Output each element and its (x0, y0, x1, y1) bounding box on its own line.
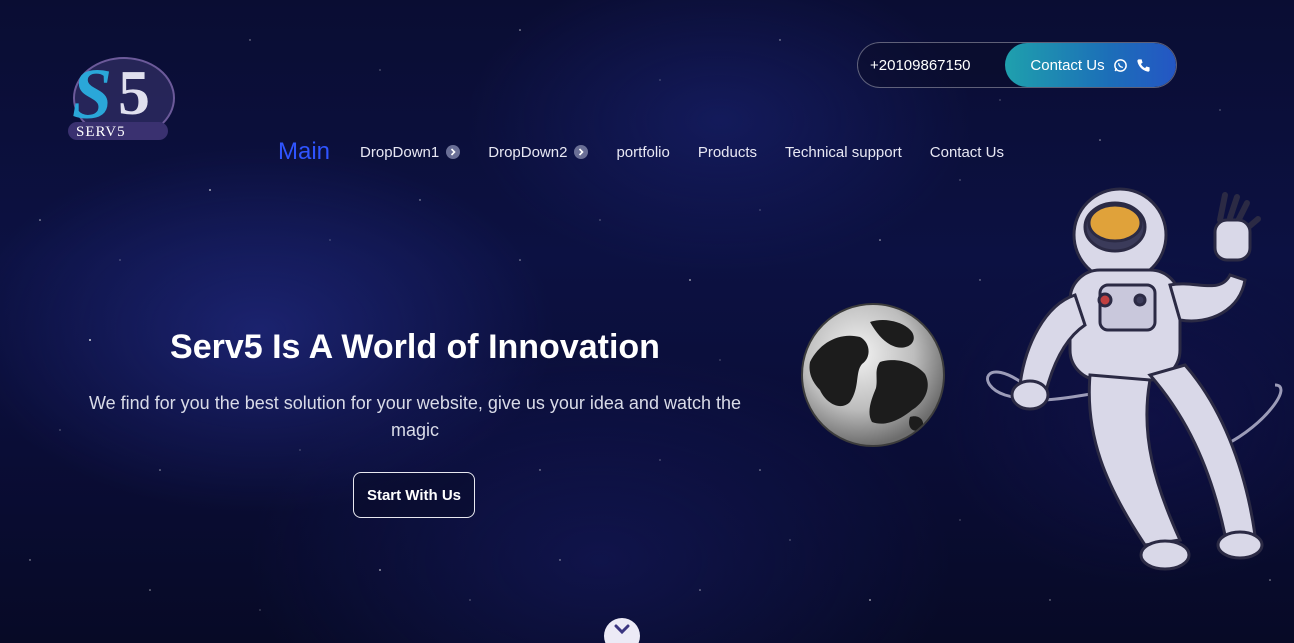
nav-item-contact-us[interactable]: Contact Us (930, 144, 1004, 161)
start-with-us-button[interactable]: Start With Us (353, 472, 475, 518)
hero-title: Serv5 Is A World of Innovation (170, 328, 660, 366)
nav-item-products[interactable]: Products (698, 144, 757, 161)
nav-item-dropdown1[interactable]: DropDown1 (360, 143, 461, 161)
nav-item-portfolio[interactable]: portfolio (616, 144, 669, 161)
nav-label: Products (697, 143, 758, 161)
chevron-right-icon (574, 145, 589, 159)
contact-us-button[interactable]: Contact Us (1005, 43, 1176, 87)
svg-text:5: 5 (118, 57, 150, 128)
globe-illustration (801, 303, 945, 447)
serv5-logo[interactable]: S 5 SERV5 (66, 40, 190, 146)
nav-label: Main (278, 138, 331, 165)
nav-label: portfolio (616, 143, 670, 161)
scroll-down-button[interactable] (604, 618, 640, 643)
contact-bar: +20109867150 Contact Us (857, 42, 1177, 88)
nav-label: Contact Us (929, 143, 1004, 161)
chevron-right-icon (446, 145, 461, 159)
hero-subtitle: We find for you the best solution for yo… (88, 393, 742, 440)
main-nav: Main DropDown1 DropDown2 portfolio Produ… (278, 137, 1032, 167)
chevron-down-icon (614, 624, 630, 635)
nav-label: DropDown2 (488, 143, 568, 161)
astronaut-illustration (986, 187, 1283, 571)
nav-item-technical-support[interactable]: Technical support (785, 144, 902, 161)
nav-label: DropDown1 (360, 143, 440, 161)
logo-wordmark: SERV5 (76, 124, 126, 140)
phone-number[interactable]: +20109867150 (858, 57, 1005, 74)
nav-label: Technical support (785, 143, 902, 161)
nav-item-dropdown2[interactable]: DropDown2 (488, 143, 589, 161)
nav-item-main[interactable]: Main (278, 138, 330, 166)
whatsapp-icon[interactable] (1113, 58, 1128, 73)
contact-us-label: Contact Us (1030, 56, 1105, 74)
phone-icon[interactable] (1136, 58, 1151, 73)
